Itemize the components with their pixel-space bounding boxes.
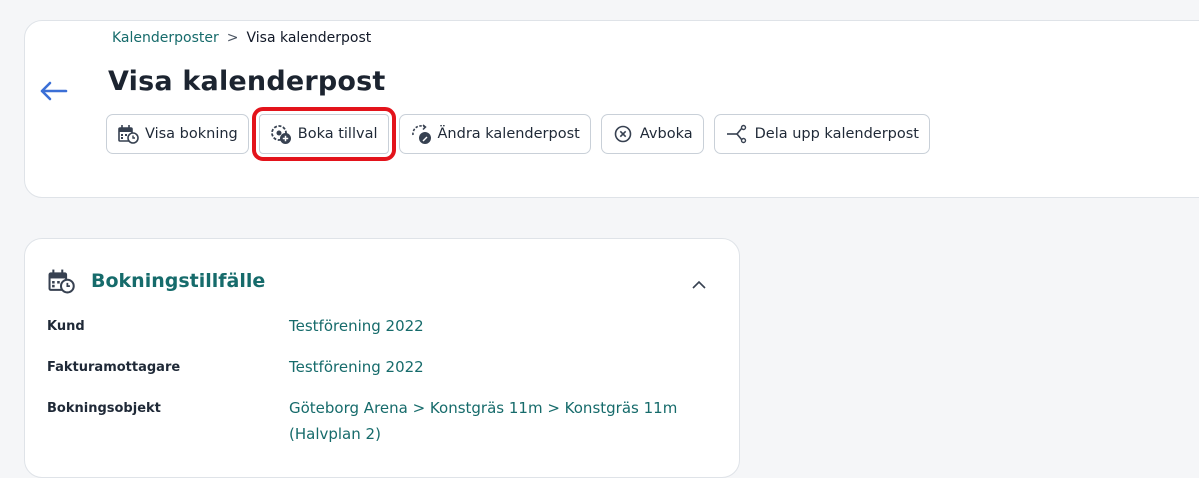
bokningstillfalle-card: Bokningstillfälle Kund Testförening 2022…: [24, 238, 740, 478]
breadcrumb-link-kalenderposter[interactable]: Kalenderposter: [112, 30, 219, 46]
action-toolbar: Visa bokning Boka tillval Ändra kalender…: [106, 107, 930, 161]
visa-bokning-label: Visa bokning: [145, 126, 238, 142]
calendar-clock-icon: [48, 269, 75, 294]
edit-refresh-icon: [411, 124, 431, 144]
boka-tillval-button[interactable]: Boka tillval: [251, 107, 396, 161]
calendar-clock-icon: [118, 125, 139, 144]
dela-upp-label: Dela upp kalenderpost: [754, 126, 919, 142]
row-label-bokningsobjekt: Bokningsobjekt: [47, 401, 161, 416]
row-label-fakturamottagare: Fakturamottagare: [47, 360, 181, 375]
page-title: Visa kalenderpost: [108, 66, 386, 97]
gear-add-icon: [270, 125, 291, 144]
avboka-button[interactable]: Avboka: [600, 114, 704, 154]
row-value-bokningsobjekt: Göteborg Arena > Konstgräs 11m > Konstgr…: [289, 399, 678, 443]
breadcrumb: Kalenderposter > Visa kalenderpost: [112, 30, 371, 46]
collapse-button[interactable]: [691, 275, 707, 294]
back-button[interactable]: [36, 74, 70, 108]
avboka-label: Avboka: [639, 126, 693, 142]
row-label-kund: Kund: [47, 319, 85, 334]
chevron-up-icon: [692, 280, 706, 289]
header-card: [24, 20, 1199, 198]
row-value-fakturamottagare: Testförening 2022: [289, 358, 424, 376]
breadcrumb-current: Visa kalenderpost: [246, 30, 372, 46]
row-value-kund: Testförening 2022: [289, 317, 424, 335]
cancel-circle-icon: [614, 125, 632, 143]
andra-kalenderpost-button[interactable]: Ändra kalenderpost: [398, 114, 591, 154]
split-icon: [726, 124, 746, 144]
arrow-left-icon: [40, 81, 68, 101]
boka-tillval-label: Boka tillval: [297, 126, 378, 142]
andra-kalenderpost-label: Ändra kalenderpost: [437, 126, 580, 142]
section-title: Bokningstillfälle: [91, 270, 266, 292]
visa-bokning-button[interactable]: Visa bokning: [106, 114, 249, 154]
breadcrumb-separator: >: [226, 30, 239, 46]
dela-upp-button[interactable]: Dela upp kalenderpost: [713, 114, 930, 154]
section-header: Bokningstillfälle: [47, 267, 265, 295]
